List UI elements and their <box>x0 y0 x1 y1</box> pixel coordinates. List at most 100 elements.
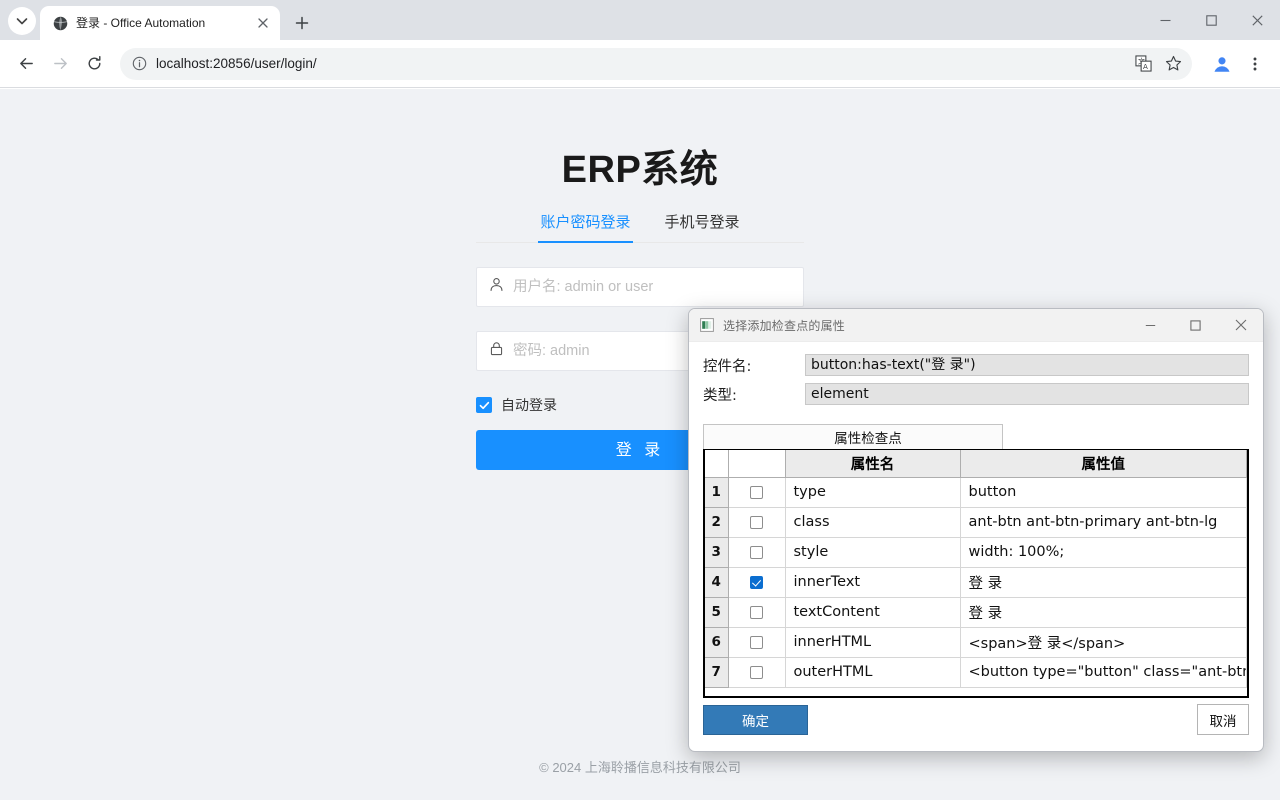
row-attribute-name: outerHTML <box>785 657 960 687</box>
header-check <box>728 450 785 477</box>
control-name-label: 控件名: <box>703 355 805 376</box>
star-icon[interactable] <box>1160 51 1186 77</box>
address-bar[interactable]: localhost:20856/user/login/ 文 A <box>120 48 1192 80</box>
row-checkbox[interactable] <box>750 666 763 679</box>
lock-icon <box>489 341 504 361</box>
dialog-tabstrip: 属性检查点 <box>703 424 1249 449</box>
row-index: 6 <box>705 627 728 657</box>
type-label: 类型: <box>703 384 805 405</box>
chevron-down-icon <box>16 15 28 27</box>
control-name-input[interactable]: button:has-text("登 录") <box>805 354 1249 376</box>
row-attribute-name: innerText <box>785 567 960 597</box>
globe-icon <box>52 15 68 31</box>
row-checkbox[interactable] <box>750 486 763 499</box>
app-window-icon <box>699 317 715 333</box>
row-attribute-name: innerHTML <box>785 627 960 657</box>
table-row[interactable]: 6 innerHTML <span>登 录</span> <box>705 627 1247 657</box>
row-checkbox-cell[interactable] <box>728 567 785 597</box>
attribute-table: 属性名 属性值 1 type button 2 <box>705 450 1247 688</box>
row-index: 5 <box>705 597 728 627</box>
dialog-close-button[interactable] <box>1218 309 1263 342</box>
row-checkbox-cell[interactable] <box>728 507 785 537</box>
reload-button[interactable] <box>78 48 110 80</box>
arrow-right-icon <box>52 55 69 72</box>
row-attribute-value: ant-btn ant-btn-primary ant-btn-lg <box>960 507 1247 537</box>
info-icon[interactable] <box>130 55 148 73</box>
type-input[interactable]: element <box>805 383 1249 405</box>
browser-tab[interactable]: 登录 - Office Automation <box>40 6 280 40</box>
avatar-icon[interactable] <box>1206 48 1238 80</box>
row-index: 3 <box>705 537 728 567</box>
dialog-minimize-button[interactable] <box>1128 309 1173 342</box>
tab-phone-login[interactable]: 手机号登录 <box>663 207 742 242</box>
username-field[interactable]: 用户名: admin or user <box>476 267 804 307</box>
row-attribute-value: width: 100%; <box>960 537 1247 567</box>
dialog-title: 选择添加检查点的属性 <box>723 317 1128 334</box>
table-row[interactable]: 4 innerText 登 录 <box>705 567 1247 597</box>
address-bar-url[interactable]: localhost:20856/user/login/ <box>156 55 1122 73</box>
row-checkbox-cell[interactable] <box>728 657 785 687</box>
browser-toolbar: localhost:20856/user/login/ 文 A <box>0 40 1280 88</box>
back-button[interactable] <box>10 48 42 80</box>
browser-window: 登录 - Office Automation <box>0 0 1280 800</box>
tab-title: 登录 - Office Automation <box>76 15 246 31</box>
row-index: 7 <box>705 657 728 687</box>
table-row[interactable]: 1 type button <box>705 477 1247 507</box>
login-mode-tabs: 账户密码登录 手机号登录 <box>476 207 804 243</box>
user-icon <box>489 277 504 297</box>
row-checkbox-cell[interactable] <box>728 477 785 507</box>
row-checkbox[interactable] <box>750 516 763 529</box>
window-close-button[interactable] <box>1234 0 1280 40</box>
row-checkbox[interactable] <box>750 636 763 649</box>
row-attribute-name: style <box>785 537 960 567</box>
table-row[interactable]: 7 outerHTML <button type="button" class=… <box>705 657 1247 687</box>
window-maximize-button[interactable] <box>1188 0 1234 40</box>
header-attribute-name: 属性名 <box>785 450 960 477</box>
tab-attribute-checkpoint[interactable]: 属性检查点 <box>703 424 1003 449</box>
type-row: 类型: element <box>703 383 1249 405</box>
row-index: 2 <box>705 507 728 537</box>
cancel-button[interactable]: 取消 <box>1197 704 1249 735</box>
auto-login-checkbox[interactable] <box>476 397 492 413</box>
window-minimize-button[interactable] <box>1142 0 1188 40</box>
row-checkbox[interactable] <box>750 606 763 619</box>
forward-button[interactable] <box>44 48 76 80</box>
table-header-row: 属性名 属性值 <box>705 450 1247 477</box>
header-index <box>705 450 728 477</box>
dialog-body: 控件名: button:has-text("登 录") 类型: element … <box>689 342 1263 752</box>
row-checkbox[interactable] <box>750 546 763 559</box>
row-attribute-name: textContent <box>785 597 960 627</box>
check-icon <box>479 400 490 411</box>
attribute-checkpoint-dialog: 选择添加检查点的属性 控件名: button:has-text("登 录") 类… <box>688 308 1264 752</box>
row-checkbox[interactable] <box>750 576 763 589</box>
row-attribute-name: class <box>785 507 960 537</box>
table-row[interactable]: 2 class ant-btn ant-btn-primary ant-btn-… <box>705 507 1247 537</box>
row-checkbox-cell[interactable] <box>728 597 785 627</box>
tab-search-button[interactable] <box>8 7 36 35</box>
tab-close-icon[interactable] <box>254 14 272 32</box>
page-title: ERP系统 <box>562 147 719 193</box>
new-tab-button[interactable] <box>288 9 316 37</box>
browser-tabstrip: 登录 - Office Automation <box>0 0 1280 40</box>
username-input[interactable]: 用户名: admin or user <box>513 277 653 297</box>
dialog-titlebar[interactable]: 选择添加检查点的属性 <box>689 309 1263 342</box>
kebab-menu-icon[interactable] <box>1240 48 1270 80</box>
row-attribute-value: button <box>960 477 1247 507</box>
tab-account-login[interactable]: 账户密码登录 <box>538 207 632 242</box>
row-checkbox-cell[interactable] <box>728 537 785 567</box>
table-row[interactable]: 3 style width: 100%; <box>705 537 1247 567</box>
row-attribute-value: <span>登 录</span> <box>960 627 1247 657</box>
translate-icon[interactable]: 文 A <box>1130 51 1156 77</box>
header-attribute-value: 属性值 <box>960 450 1247 477</box>
dialog-maximize-button[interactable] <box>1173 309 1218 342</box>
password-input[interactable]: 密码: admin <box>513 341 590 361</box>
table-row[interactable]: 5 textContent 登 录 <box>705 597 1247 627</box>
page-footer: © 2024 上海聆播信息科技有限公司 <box>0 757 1280 776</box>
row-checkbox-cell[interactable] <box>728 627 785 657</box>
attribute-table-body: 1 type button 2 class ant-btn ant-btn-pr… <box>705 477 1247 687</box>
dialog-actions: 确定 取消 <box>703 704 1249 735</box>
auto-login-label: 自动登录 <box>501 395 557 415</box>
attribute-table-container[interactable]: 属性名 属性值 1 type button 2 <box>703 449 1249 698</box>
row-attribute-value: 登 录 <box>960 597 1247 627</box>
confirm-button[interactable]: 确定 <box>703 705 808 735</box>
